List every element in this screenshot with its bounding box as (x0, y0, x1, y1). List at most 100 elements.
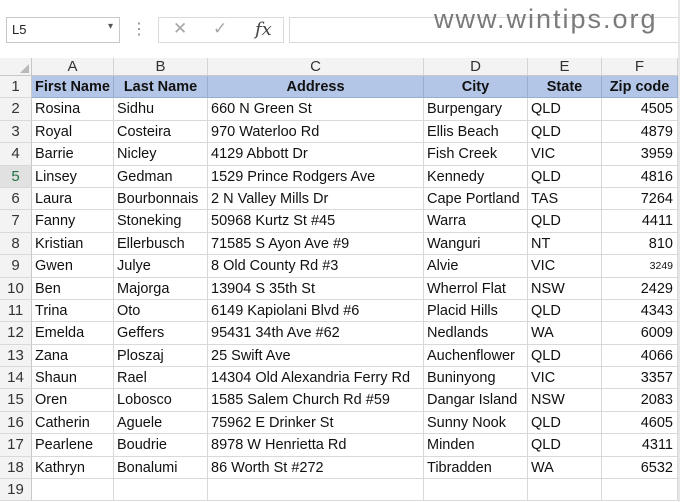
cell-zip[interactable]: 4605 (602, 411, 678, 435)
cell-state[interactable]: QLD (528, 299, 602, 323)
cell-address[interactable] (208, 479, 424, 502)
row-number[interactable]: 5 (0, 165, 32, 188)
cell-city[interactable]: Wherrol Flat (424, 277, 528, 300)
cancel-icon[interactable]: ✕ (173, 19, 187, 39)
cell-address[interactable]: 50968 Kurtz St #45 (208, 210, 424, 233)
row-number[interactable]: 6 (0, 187, 32, 211)
cell-city[interactable]: Sunny Nook (424, 411, 528, 435)
cell-address[interactable]: 14304 Old Alexandria Ferry Rd (208, 367, 424, 390)
cell-address[interactable]: 2 N Valley Mills Dr (208, 187, 424, 211)
cell-address[interactable]: 95431 34th Ave #62 (208, 322, 424, 345)
cell-zip[interactable]: 6532 (602, 456, 678, 480)
cell-state[interactable]: VIC (528, 255, 602, 278)
cell-first-name[interactable]: Emelda (32, 322, 114, 345)
cell-first-name[interactable]: Gwen (32, 255, 114, 278)
row-number[interactable]: 3 (0, 120, 32, 144)
cell-zip[interactable]: 4411 (602, 210, 678, 233)
cell-city[interactable]: Placid Hills (424, 299, 528, 323)
chevron-down-icon[interactable]: ▾ (108, 21, 113, 32)
row-number[interactable]: 4 (0, 143, 32, 166)
column-header-d[interactable]: D (424, 58, 528, 76)
cell-first-name[interactable]: Ben (32, 277, 114, 300)
cell-city[interactable]: Nedlands (424, 322, 528, 345)
column-header-c[interactable]: C (208, 58, 424, 76)
cell-city[interactable]: Auchenflower (424, 344, 528, 368)
cell-city[interactable]: Minden (424, 434, 528, 457)
cell-state[interactable]: NT (528, 232, 602, 256)
cell-last-name[interactable]: Majorga (114, 277, 208, 300)
cell-address[interactable]: 1585 Salem Church Rd #59 (208, 389, 424, 412)
row-number[interactable]: 19 (0, 479, 32, 502)
cell-zip[interactable]: 3249 (602, 255, 678, 278)
cell-last-name[interactable]: Julye (114, 255, 208, 278)
cell-state[interactable]: QLD (528, 210, 602, 233)
cell-city[interactable]: Burpengary (424, 98, 528, 121)
cell-city[interactable]: Alvie (424, 255, 528, 278)
cell-address[interactable]: 75962 E Drinker St (208, 411, 424, 435)
cell-last-name[interactable]: Nicley (114, 143, 208, 166)
cell-first-name[interactable]: Trina (32, 299, 114, 323)
cell-state[interactable]: QLD (528, 98, 602, 121)
cell-zip[interactable]: 4879 (602, 120, 678, 144)
cell-state[interactable]: QLD (528, 434, 602, 457)
cell-last-name[interactable]: Geffers (114, 322, 208, 345)
cell-address[interactable]: 86 Worth St #272 (208, 456, 424, 480)
column-header-a[interactable]: A (32, 58, 114, 76)
row-number[interactable]: 12 (0, 322, 32, 345)
cell-state[interactable]: WA (528, 456, 602, 480)
cell-first-name[interactable]: Fanny (32, 210, 114, 233)
cell-state[interactable]: TAS (528, 187, 602, 211)
grip-icon[interactable]: ⋮ (131, 19, 147, 39)
cell-zip[interactable]: 6009 (602, 322, 678, 345)
cell-last-name[interactable]: Costeira (114, 120, 208, 144)
enter-icon[interactable]: ✓ (213, 19, 227, 39)
cell-address[interactable]: 25 Swift Ave (208, 344, 424, 368)
row-number[interactable]: 11 (0, 299, 32, 323)
cell-first-name[interactable]: Royal (32, 120, 114, 144)
cell-first-name[interactable]: Pearlene (32, 434, 114, 457)
row-number[interactable]: 18 (0, 456, 32, 480)
cell-state[interactable]: NSW (528, 389, 602, 412)
cell-state[interactable] (528, 479, 602, 502)
cell-city[interactable] (424, 479, 528, 502)
name-box[interactable]: L5 ▾ (6, 17, 120, 43)
cell-first-name[interactable]: Linsey (32, 165, 114, 188)
cell-zip[interactable]: Zip code (602, 76, 678, 99)
cell-last-name[interactable]: Bourbonnais (114, 187, 208, 211)
cell-zip[interactable]: 810 (602, 232, 678, 256)
cell-zip[interactable]: 3959 (602, 143, 678, 166)
cell-address[interactable]: 4129 Abbott Dr (208, 143, 424, 166)
cell-last-name[interactable]: Oto (114, 299, 208, 323)
cell-first-name[interactable]: Laura (32, 187, 114, 211)
cell-last-name[interactable]: Aguele (114, 411, 208, 435)
cell-first-name[interactable]: Catherin (32, 411, 114, 435)
cell-state[interactable]: QLD (528, 165, 602, 188)
cell-address[interactable]: 13904 S 35th St (208, 277, 424, 300)
cell-address[interactable]: 970 Waterloo Rd (208, 120, 424, 144)
cell-first-name[interactable]: Zana (32, 344, 114, 368)
cell-last-name[interactable]: Boudrie (114, 434, 208, 457)
cell-zip[interactable]: 4343 (602, 299, 678, 323)
cell-city[interactable]: Tibradden (424, 456, 528, 480)
cell-zip[interactable]: 2083 (602, 389, 678, 412)
cell-zip[interactable] (602, 479, 678, 502)
name-box-value[interactable]: L5 (12, 22, 26, 37)
cell-zip[interactable]: 4505 (602, 98, 678, 121)
cell-city[interactable]: Wanguri (424, 232, 528, 256)
cell-first-name[interactable]: Shaun (32, 367, 114, 390)
cell-first-name[interactable]: Rosina (32, 98, 114, 121)
cell-first-name[interactable]: Kathryn (32, 456, 114, 480)
cell-address[interactable]: Address (208, 76, 424, 99)
cell-last-name[interactable]: Gedman (114, 165, 208, 188)
cell-last-name[interactable]: Last Name (114, 76, 208, 99)
row-number[interactable]: 13 (0, 344, 32, 368)
cell-last-name[interactable]: Sidhu (114, 98, 208, 121)
row-number[interactable]: 15 (0, 389, 32, 412)
cell-zip[interactable]: 2429 (602, 277, 678, 300)
cell-last-name[interactable]: Lobosco (114, 389, 208, 412)
cell-address[interactable]: 6149 Kapiolani Blvd #6 (208, 299, 424, 323)
cell-address[interactable]: 1529 Prince Rodgers Ave (208, 165, 424, 188)
cell-last-name[interactable]: Ploszaj (114, 344, 208, 368)
cell-city[interactable]: Cape Portland (424, 187, 528, 211)
cell-address[interactable]: 8 Old County Rd #3 (208, 255, 424, 278)
